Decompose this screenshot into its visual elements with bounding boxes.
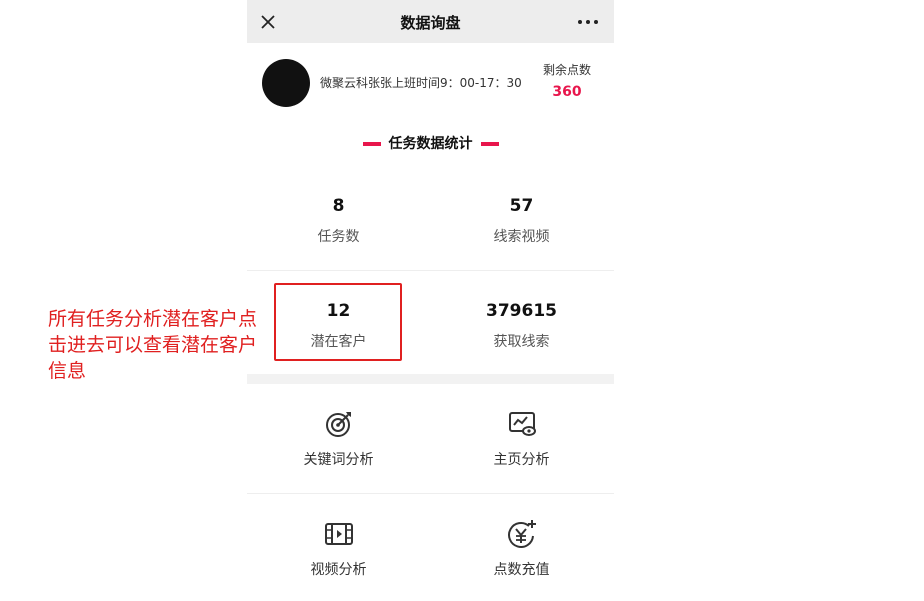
stat-value: 12 [326,301,351,321]
page-title: 数据询盘 [400,14,461,32]
tool-label: 关键词分析 [303,452,374,468]
stat-task-count[interactable]: 8 任务数 [247,196,430,246]
profile-row: 微聚云科张张上班时间9：00-17：30 剩余点数 360 [247,43,614,128]
stat-potential-customers[interactable]: 12 潜在客户 [247,301,430,351]
divider [247,493,614,494]
points-value: 360 [552,84,582,100]
profile-name: 微聚云科张张上班时间9：00-17：30 [320,76,522,90]
more-icon [578,20,598,24]
stat-leads-acquired[interactable]: 379615 获取线索 [430,301,613,351]
homepage-analysis-button[interactable]: 主页分析 [430,409,613,469]
tool-label: 主页分析 [493,452,550,468]
points-recharge-button[interactable]: 点数充值 [430,519,613,579]
divider [247,270,614,271]
tool-label: 视频分析 [310,562,367,578]
stat-label: 潜在客户 [310,334,367,350]
section-title: 任务数据统计 [247,133,614,153]
target-icon [325,412,351,437]
title-bar-right [480,142,499,146]
yuan-plus-icon [507,520,536,548]
keyword-analysis-button[interactable]: 关键词分析 [247,409,430,469]
tool-label: 点数充值 [493,562,550,578]
section-title-text: 任务数据统计 [388,136,473,152]
top-bar: 数据询盘 [247,0,614,43]
video-analysis-button[interactable]: 视频分析 [247,519,430,579]
stat-value: 8 [332,196,345,216]
points-label: 剩余点数 [542,63,591,77]
more-button[interactable] [576,12,600,32]
avatar [262,59,310,107]
stat-lead-videos[interactable]: 57 线索视频 [430,196,613,246]
stat-label: 线索视频 [493,229,550,245]
annotation-text: 所有任务分析潜在客户点击进去可以查看潜在客户信息 [48,308,258,382]
stat-label: 任务数 [317,229,360,245]
stat-value: 379615 [486,301,557,321]
section-divider [247,374,614,384]
stat-value: 57 [509,196,534,216]
chart-eye-icon [508,412,536,436]
title-bar-left [362,142,381,146]
film-icon [324,523,353,545]
phone-screen: 数据询盘 微聚云科张张上班时间9：00-17：30 剩余点数 360 任务数据统… [247,0,614,601]
stat-label: 获取线索 [493,334,550,350]
